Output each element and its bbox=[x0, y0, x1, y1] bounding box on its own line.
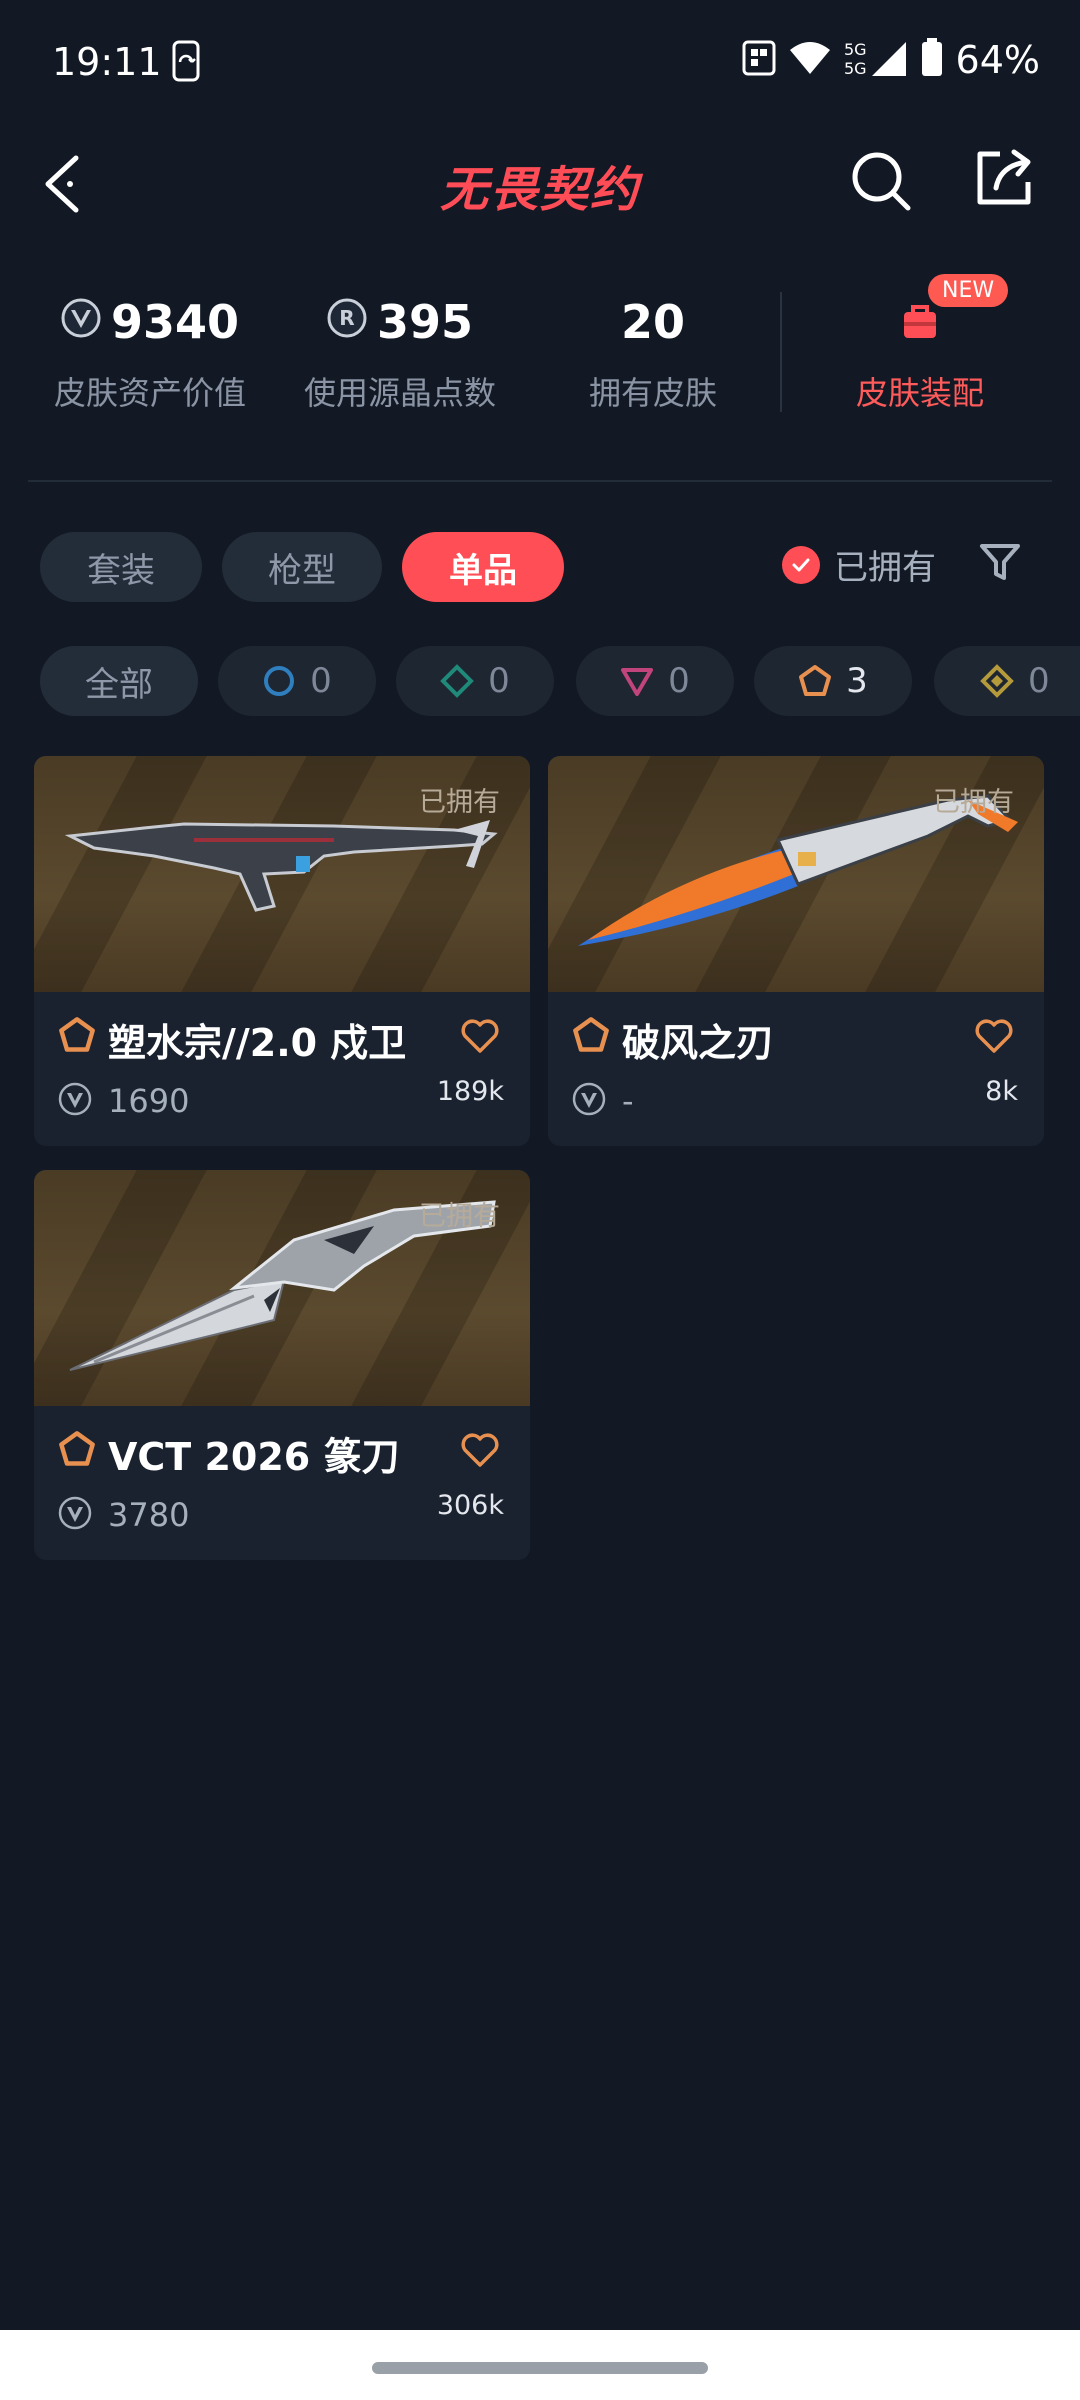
tier-chip-ultra[interactable]: 0 bbox=[934, 646, 1080, 716]
stat-value: 9340 bbox=[110, 295, 240, 349]
skin-name: VCT 2026 篆刀 bbox=[108, 1435, 400, 1479]
stat-divider bbox=[780, 292, 782, 412]
skin-card[interactable]: 已拥有 VCT 2026 篆刀 3780 306k bbox=[34, 1170, 530, 1560]
new-badge: NEW bbox=[928, 274, 1009, 307]
stat-value: 395 bbox=[376, 295, 474, 349]
status-time: 19:11 bbox=[52, 40, 162, 84]
status-icons: 5G 5G 64% bbox=[742, 38, 1040, 82]
battery-level: 64% bbox=[955, 38, 1040, 82]
like-count: 8k bbox=[985, 1076, 1018, 1107]
premium-tier-icon bbox=[621, 668, 654, 696]
filter-funnel-icon bbox=[980, 544, 1020, 580]
svg-text:5G: 5G bbox=[844, 59, 867, 78]
stat-value: 20 bbox=[620, 295, 685, 349]
stat-asset-value: 9340 皮肤资产价值 bbox=[30, 290, 270, 414]
share-icon bbox=[977, 149, 1031, 205]
skin-image: 已拥有 bbox=[548, 756, 1044, 992]
skin-loadout-button[interactable]: 皮肤装配 bbox=[820, 290, 1020, 414]
owned-tag: 已拥有 bbox=[419, 1201, 500, 1232]
exclusive-tier-icon bbox=[59, 1017, 95, 1052]
skin-image: 已拥有 bbox=[34, 1170, 530, 1406]
heart-icon[interactable] bbox=[460, 1018, 500, 1054]
ultra-tier-icon bbox=[980, 664, 1014, 698]
loadout-icon bbox=[904, 305, 936, 338]
tab-single-item[interactable]: 单品 bbox=[402, 532, 564, 602]
phone-sync-icon bbox=[170, 40, 204, 88]
stat-owned-skins: 20 拥有皮肤 bbox=[533, 290, 773, 414]
radianite-icon: R bbox=[327, 295, 367, 349]
owned-tag: 已拥有 bbox=[933, 787, 1014, 818]
share-button[interactable] bbox=[974, 148, 1034, 208]
tier-chip-deluxe[interactable]: 0 bbox=[396, 646, 554, 716]
tier-count: 0 bbox=[1028, 661, 1050, 701]
skin-price: 3780 bbox=[108, 1496, 190, 1534]
vp-icon bbox=[61, 295, 101, 349]
stat-label: 使用源晶点数 bbox=[303, 374, 496, 412]
checkbox-checked-icon bbox=[782, 545, 820, 584]
exclusive-tier-icon bbox=[799, 665, 832, 696]
exclusive-tier-icon bbox=[59, 1431, 95, 1466]
tier-count: 3 bbox=[846, 661, 868, 701]
tab-weapon-type[interactable]: 枪型 bbox=[222, 532, 382, 602]
owned-tag: 已拥有 bbox=[419, 787, 500, 818]
select-tier-icon bbox=[264, 666, 295, 696]
search-icon bbox=[852, 152, 911, 211]
skin-price: 1690 bbox=[108, 1082, 190, 1120]
svg-text:5G: 5G bbox=[844, 40, 867, 59]
owned-filter-toggle[interactable]: 已拥有 bbox=[782, 540, 936, 589]
app-title: 无畏契约 bbox=[439, 162, 640, 218]
tier-count: 0 bbox=[310, 661, 332, 701]
vp-icon bbox=[572, 1082, 606, 1116]
exclusive-tier-icon bbox=[573, 1017, 609, 1052]
skin-name: 塑水宗//2.0 戍卫 bbox=[108, 1021, 407, 1065]
svg-text:R: R bbox=[339, 306, 354, 330]
stat-label: 皮肤资产价值 bbox=[53, 374, 246, 412]
skin-image: 已拥有 bbox=[34, 756, 530, 992]
tier-count: 0 bbox=[488, 661, 510, 701]
tier-chip-all[interactable]: 全部 bbox=[40, 646, 198, 716]
tier-chip-exclusive[interactable]: 3 bbox=[754, 646, 912, 716]
tab-bundle[interactable]: 套装 bbox=[40, 532, 202, 602]
heart-icon[interactable] bbox=[460, 1432, 500, 1468]
section-divider bbox=[28, 480, 1052, 482]
vp-icon bbox=[58, 1082, 92, 1116]
tier-chip-select[interactable]: 0 bbox=[218, 646, 376, 716]
filter-button[interactable] bbox=[978, 540, 1028, 590]
search-button[interactable] bbox=[850, 150, 912, 212]
signal-icon: 5G 5G bbox=[844, 38, 908, 82]
heart-icon[interactable] bbox=[974, 1018, 1014, 1054]
nfc-icon bbox=[742, 38, 776, 82]
skin-price: - bbox=[622, 1082, 634, 1120]
skin-card[interactable]: 已拥有 破风之刃 - 8k bbox=[548, 756, 1044, 1146]
stat-label: 拥有皮肤 bbox=[588, 374, 717, 412]
stat-radianite-points: R 395 使用源晶点数 bbox=[280, 290, 520, 414]
tier-chip-premium[interactable]: 0 bbox=[576, 646, 734, 716]
vp-icon bbox=[58, 1496, 92, 1530]
deluxe-tier-icon bbox=[440, 664, 475, 698]
battery-icon bbox=[920, 38, 944, 82]
like-count: 189k bbox=[436, 1076, 504, 1107]
wifi-icon bbox=[788, 40, 832, 80]
home-gesture-handle[interactable] bbox=[372, 2362, 708, 2374]
skin-name: 破风之刃 bbox=[622, 1021, 775, 1065]
skin-card[interactable]: 已拥有 塑水宗//2.0 戍卫 1690 189k bbox=[34, 756, 530, 1146]
like-count: 306k bbox=[436, 1490, 504, 1521]
owned-filter-label: 已拥有 bbox=[834, 548, 936, 588]
loadout-label: 皮肤装配 bbox=[855, 374, 984, 412]
tier-count: 0 bbox=[668, 661, 690, 701]
